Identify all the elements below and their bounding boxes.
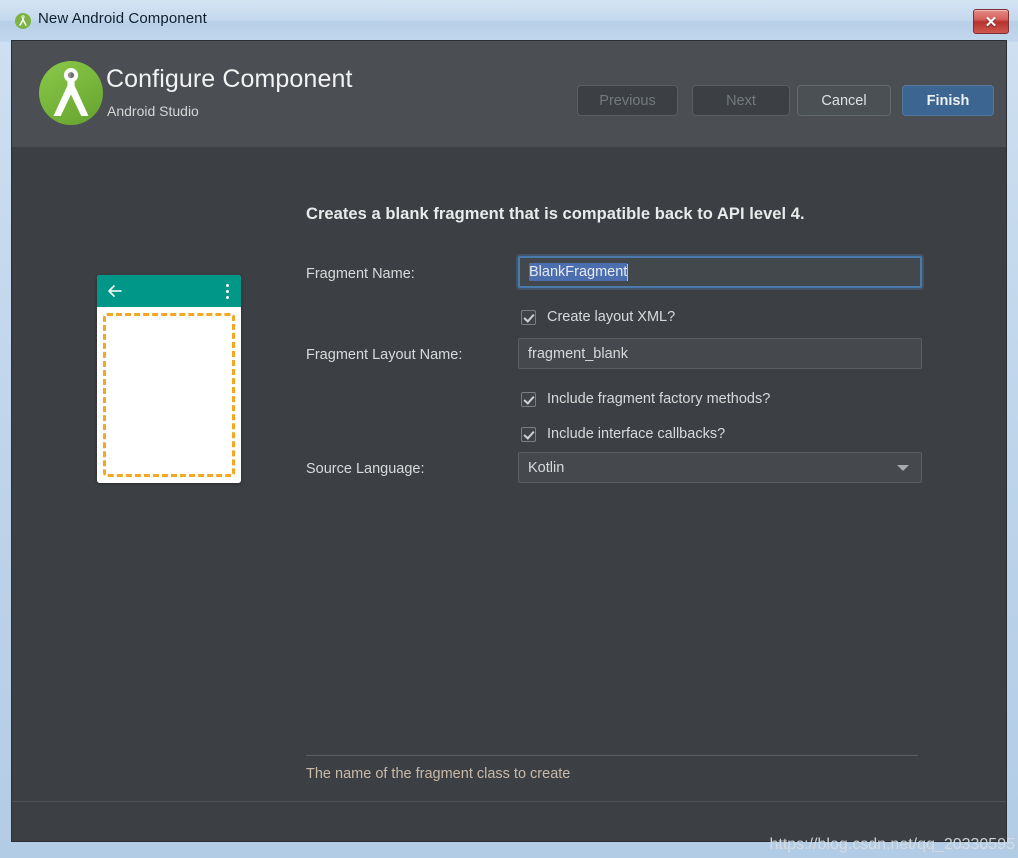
preview-content-area bbox=[97, 307, 241, 483]
source-language-label: Source Language: bbox=[306, 461, 425, 477]
source-language-value: Kotlin bbox=[528, 459, 565, 476]
chevron-down-icon bbox=[897, 464, 909, 471]
fragment-layout-name-input[interactable]: fragment_blank bbox=[518, 338, 922, 369]
fragment-name-label: Fragment Name: bbox=[306, 266, 415, 282]
page-title: Creates a blank fragment that is compati… bbox=[306, 205, 805, 223]
overflow-menu-icon bbox=[226, 284, 230, 299]
include-factory-methods-label: Include fragment factory methods? bbox=[547, 391, 771, 407]
header-title: Configure Component bbox=[106, 65, 353, 93]
android-studio-icon bbox=[14, 12, 32, 30]
help-text: The name of the fragment class to create bbox=[306, 766, 571, 782]
header-subtitle: Android Studio bbox=[107, 103, 199, 119]
close-button[interactable]: ✕ bbox=[973, 9, 1009, 34]
create-layout-xml-label: Create layout XML? bbox=[547, 309, 676, 325]
watermark: https://blog.csdn.net/qq_20330595 bbox=[769, 836, 1015, 853]
dialog-content: Creates a blank fragment that is compati… bbox=[12, 147, 1006, 801]
include-interface-callbacks-label: Include interface callbacks? bbox=[547, 426, 726, 442]
fragment-layout-name-value: fragment_blank bbox=[528, 345, 628, 362]
cancel-button[interactable]: Cancel bbox=[797, 85, 891, 116]
include-interface-callbacks-checkbox[interactable]: Include interface callbacks? bbox=[521, 426, 725, 442]
dialog-body: Configure Component Android Studio Creat… bbox=[11, 40, 1007, 842]
finish-button[interactable]: Finish bbox=[902, 85, 994, 116]
dialog-window: New Android Component ✕ Configure Compon… bbox=[0, 0, 1018, 858]
include-factory-methods-checkbox[interactable]: Include fragment factory methods? bbox=[521, 391, 770, 407]
window-title: New Android Component bbox=[38, 10, 207, 27]
fragment-layout-name-label: Fragment Layout Name: bbox=[306, 347, 463, 363]
preview-appbar bbox=[97, 275, 241, 307]
back-arrow-icon bbox=[107, 284, 122, 298]
create-layout-xml-checkbox[interactable]: Create layout XML? bbox=[521, 309, 675, 325]
text-caret bbox=[627, 263, 629, 281]
checkbox-icon bbox=[521, 309, 536, 325]
fragment-preview bbox=[97, 275, 241, 483]
checkbox-icon bbox=[521, 426, 536, 442]
fragment-name-value: BlankFragment bbox=[529, 263, 628, 281]
footer-divider bbox=[306, 755, 918, 756]
source-language-dropdown[interactable]: Kotlin bbox=[518, 452, 922, 483]
window-titlebar: New Android Component ✕ bbox=[0, 0, 1018, 42]
close-icon: ✕ bbox=[984, 13, 998, 31]
previous-button[interactable]: Previous bbox=[577, 85, 678, 116]
preview-placeholder bbox=[103, 313, 235, 477]
checkbox-icon bbox=[521, 391, 536, 407]
android-studio-logo bbox=[32, 54, 110, 132]
next-button[interactable]: Next bbox=[692, 85, 790, 116]
fragment-name-input[interactable]: BlankFragment bbox=[518, 256, 922, 288]
